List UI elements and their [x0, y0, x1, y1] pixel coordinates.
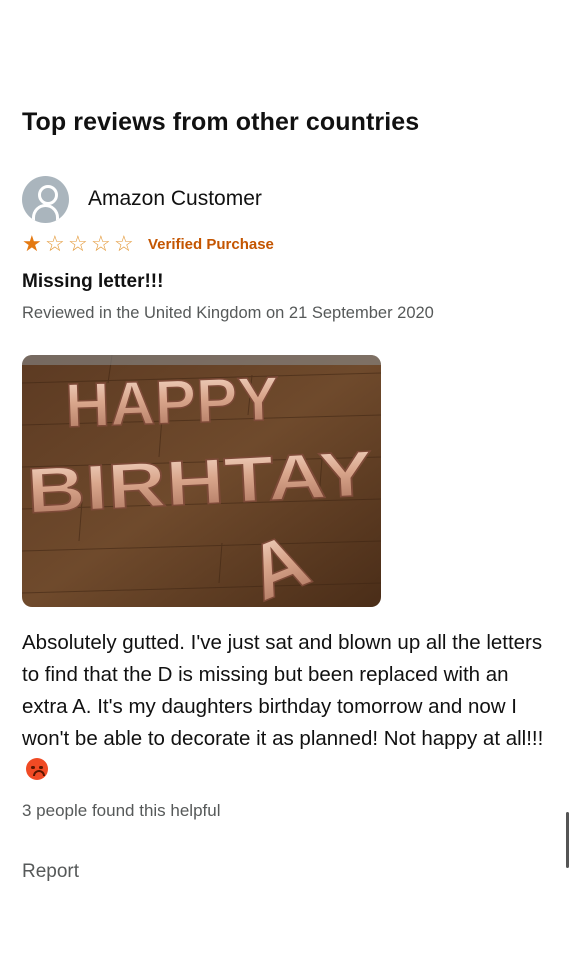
- rating-row: ★ ☆ ☆ ☆ ☆ Verified Purchase: [22, 231, 274, 257]
- star-filled-icon: ★: [22, 231, 42, 256]
- star-rating[interactable]: ★ ☆ ☆ ☆ ☆: [22, 233, 137, 255]
- review-date: Reviewed in the United Kingdom on 21 Sep…: [22, 304, 434, 322]
- scrollbar[interactable]: [566, 812, 569, 868]
- review-body: Absolutely gutted. I've just sat and blo…: [22, 627, 552, 787]
- review-body-text: Absolutely gutted. I've just sat and blo…: [22, 631, 544, 750]
- star-empty-icon: ☆: [45, 231, 65, 256]
- star-empty-icon: ☆: [68, 231, 88, 256]
- photo-line-happy: HAPPY: [64, 365, 280, 441]
- review-photo[interactable]: HAPPY BIRHTAY A: [22, 355, 381, 607]
- section-title: Top reviews from other countries: [22, 108, 420, 136]
- star-empty-icon: ☆: [114, 231, 134, 256]
- angry-face-icon: [26, 758, 48, 780]
- review-title[interactable]: Missing letter!!!: [22, 271, 163, 293]
- helpful-count: 3 people found this helpful: [22, 801, 221, 820]
- verified-purchase-badge: Verified Purchase: [148, 235, 274, 253]
- reviewer-profile[interactable]: Amazon Customer: [22, 175, 262, 223]
- report-link[interactable]: Report: [22, 861, 79, 883]
- star-empty-icon: ☆: [91, 231, 111, 256]
- reviewer-name[interactable]: Amazon Customer: [88, 187, 262, 211]
- person-icon: [22, 175, 69, 223]
